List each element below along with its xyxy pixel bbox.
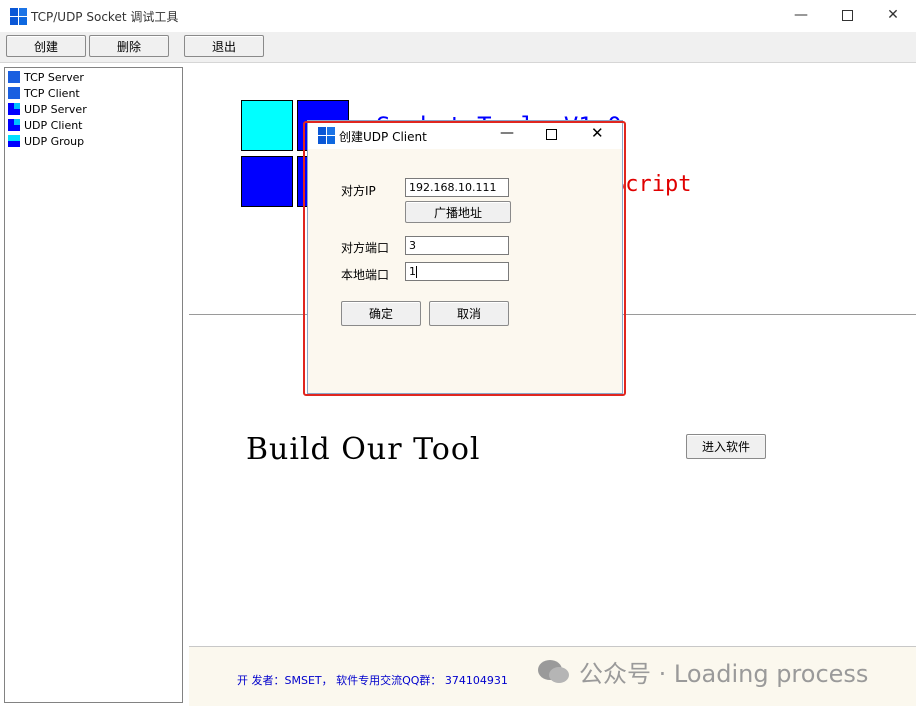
tree-item-udp-server[interactable]: UDP Server <box>8 101 87 117</box>
app-icon <box>10 8 27 25</box>
tree-item-label: UDP Server <box>24 102 87 116</box>
delete-button[interactable]: 删除 <box>89 35 169 57</box>
tree-item-label: UDP Client <box>24 118 83 132</box>
node-icon <box>8 119 20 131</box>
node-icon <box>8 103 20 115</box>
footer-text: 开 发者：SMSET， 软件专用交流QQ群： 374104931 <box>237 674 508 687</box>
title-bar: TCP/UDP Socket 调试工具 — ✕ <box>0 0 916 32</box>
close-icon[interactable]: ✕ <box>870 0 916 30</box>
connection-tree[interactable]: TCP Server TCP Client UDP Server UDP Cli… <box>4 67 183 703</box>
watermark-text: 公众号 · Loading process <box>579 660 869 688</box>
tree-item-udp-group[interactable]: UDP Group <box>8 133 84 149</box>
create-button[interactable]: 创建 <box>6 35 86 57</box>
wechat-icon <box>538 659 569 683</box>
node-icon <box>8 135 20 147</box>
watermark: 公众号 · Loading process <box>537 654 868 689</box>
maximize-icon[interactable] <box>824 0 870 30</box>
exit-button[interactable]: 退出 <box>184 35 264 57</box>
enter-app-button[interactable]: 进入软件 <box>686 434 766 459</box>
tree-item-udp-client[interactable]: UDP Client <box>8 117 83 133</box>
tree-item-tcp-client[interactable]: TCP Client <box>8 85 80 101</box>
toolbar: 创建 删除 退出 <box>0 32 916 63</box>
tree-item-label: UDP Group <box>24 134 85 148</box>
logo-square-cyan <box>241 100 293 151</box>
tagline: Build Our Tool <box>246 432 481 467</box>
node-icon <box>8 87 20 99</box>
window-title: TCP/UDP Socket 调试工具 <box>31 10 179 24</box>
logo-square-blue <box>241 156 293 207</box>
tree-item-label: TCP Server <box>24 70 84 84</box>
minimize-icon[interactable]: — <box>778 0 824 30</box>
tree-item-tcp-server[interactable]: TCP Server <box>8 69 84 85</box>
highlight-frame <box>303 121 626 396</box>
tree-item-label: TCP Client <box>24 86 80 100</box>
node-icon <box>8 71 20 83</box>
